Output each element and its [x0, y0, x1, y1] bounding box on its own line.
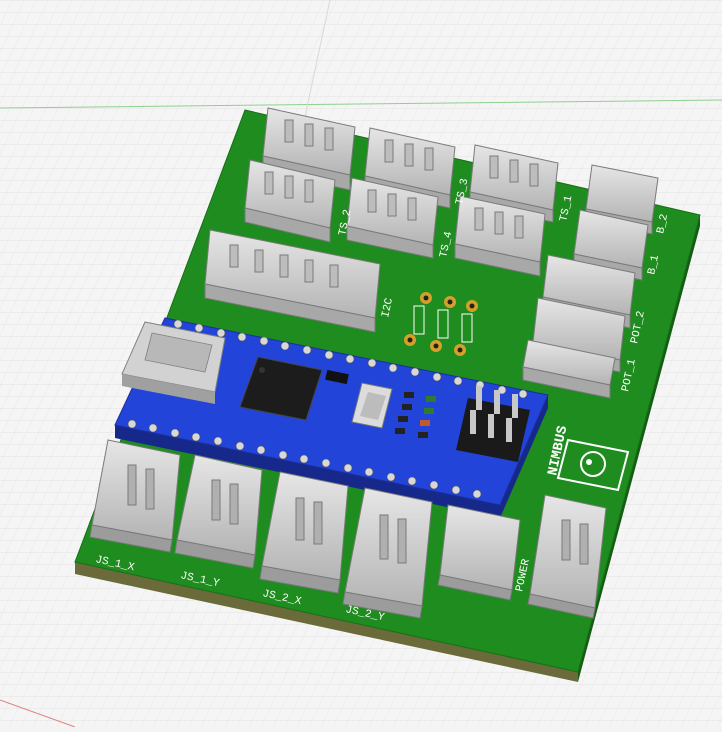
3d-viewport[interactable]: JS_1_X JS_1_Y JS_2_X JS_2_Y POWER POT_1 … — [0, 0, 722, 728]
pcb-render: JS_1_X JS_1_Y JS_2_X JS_2_Y POWER POT_1 … — [0, 0, 722, 728]
connector-power — [437, 504, 521, 601]
